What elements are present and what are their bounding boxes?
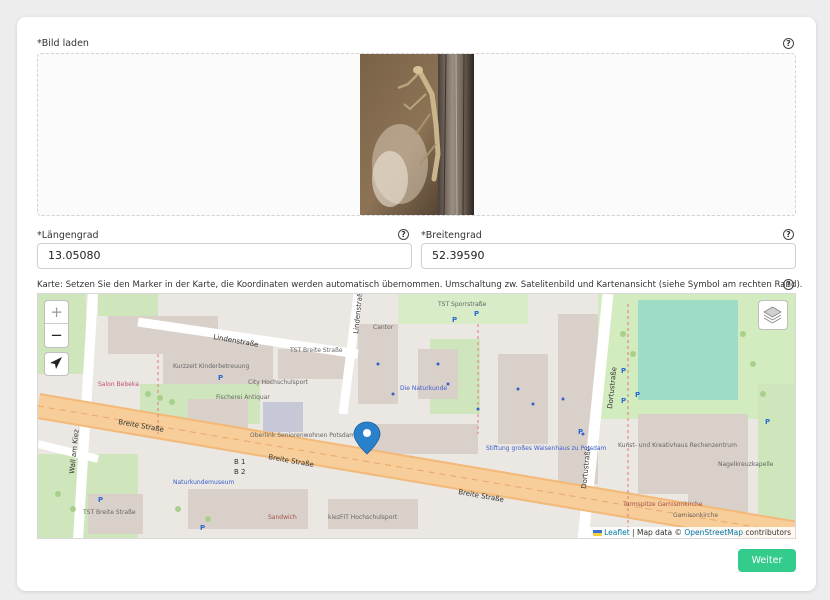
place-label-sporstrasse: TST Sporrstraße [437, 301, 487, 308]
zoom-control: + − [44, 300, 69, 348]
place-label-oberlink: Oberlink Seniorenwohnen Potsdam [250, 432, 355, 439]
next-button[interactable]: Weiter [738, 549, 796, 572]
place-label-stiftung: Stiftung großes Waisenhaus zu Potsdam [486, 445, 607, 452]
navigation-arrow-icon [50, 357, 62, 369]
road-label-b1: B 1 [234, 458, 245, 466]
place-label-kiezfit: kiezFIT Hochschulsport [328, 514, 398, 521]
place-label-sandwich: Sandwich [268, 514, 297, 521]
svg-text:P: P [765, 418, 770, 426]
map-view[interactable]: Lindenstraße Breite Straße Breite Straße… [37, 293, 796, 539]
place-label-fischerei: Fischerei Antiquar [216, 394, 270, 401]
image-upload-label: *Bild laden [37, 38, 89, 49]
svg-text:P: P [200, 524, 205, 532]
layers-icon [763, 306, 782, 324]
attribution-contributors: contributors [743, 528, 791, 537]
question-circle-icon[interactable]: ? [783, 229, 794, 240]
latitude-input[interactable]: 52.39590 [421, 243, 796, 269]
leaflet-link[interactable]: Leaflet [604, 528, 630, 537]
question-circle-icon[interactable]: ? [398, 229, 409, 240]
map-attribution: Leaflet | Map data © OpenStreetMap contr… [588, 527, 795, 538]
attribution-separator: | Map data © [629, 528, 685, 537]
zoom-in-button[interactable]: + [45, 301, 68, 324]
question-circle-icon[interactable]: ? [783, 38, 794, 49]
layers-button[interactable] [758, 300, 788, 330]
place-label-naturkunde: Die Naturkunde [400, 385, 447, 392]
place-label-tst-breite-2: TST Breite Straße [82, 509, 136, 516]
place-label-kurzzeit: Kurzzeit Kinderbetreuung [173, 363, 249, 370]
place-label-garnisonkirche: Garnisonkirche [673, 512, 718, 519]
svg-text:P: P [635, 391, 640, 399]
svg-text:P: P [452, 316, 457, 324]
map-instructions: Karte: Setzen Sie den Marker in der Kart… [37, 280, 803, 290]
openstreetmap-link[interactable]: OpenStreetMap [684, 528, 743, 537]
zoom-out-button[interactable]: − [45, 324, 68, 347]
uploaded-photo [360, 54, 474, 215]
place-label-tst-breite: TST Breite Straße [289, 347, 343, 354]
svg-text:P: P [621, 397, 626, 405]
svg-text:P: P [218, 374, 223, 382]
svg-text:P: P [474, 310, 479, 318]
svg-text:P: P [98, 496, 103, 504]
longitude-input[interactable]: 13.05080 [37, 243, 412, 269]
place-label-nagelkreuz: Nagelkreuzkapelle [718, 461, 774, 468]
place-label-salon: Salon Bebeka [98, 381, 139, 388]
question-circle-icon[interactable]: ? [783, 279, 794, 290]
place-label-turmspitze: Turmspitze Garnisonkirche [622, 501, 703, 508]
place-label-city: City Hochschulsport [248, 379, 309, 386]
svg-text:P: P [578, 428, 583, 436]
svg-text:P: P [621, 367, 626, 375]
place-label-naturkunde-2: Naturkundemuseum [173, 479, 234, 486]
place-label-cantor: Cantor [373, 324, 394, 331]
road-label-b2: B 2 [234, 468, 245, 476]
latitude-label: *Breitengrad [421, 230, 482, 241]
locate-button[interactable] [44, 352, 69, 376]
longitude-label: *Längengrad [37, 230, 99, 241]
map-tiles: Lindenstraße Breite Straße Breite Straße… [38, 294, 795, 538]
ukraine-flag-icon [592, 530, 602, 536]
place-label-kunst: Kunst- und Kreativhaus Rechenzentrum [618, 442, 737, 449]
